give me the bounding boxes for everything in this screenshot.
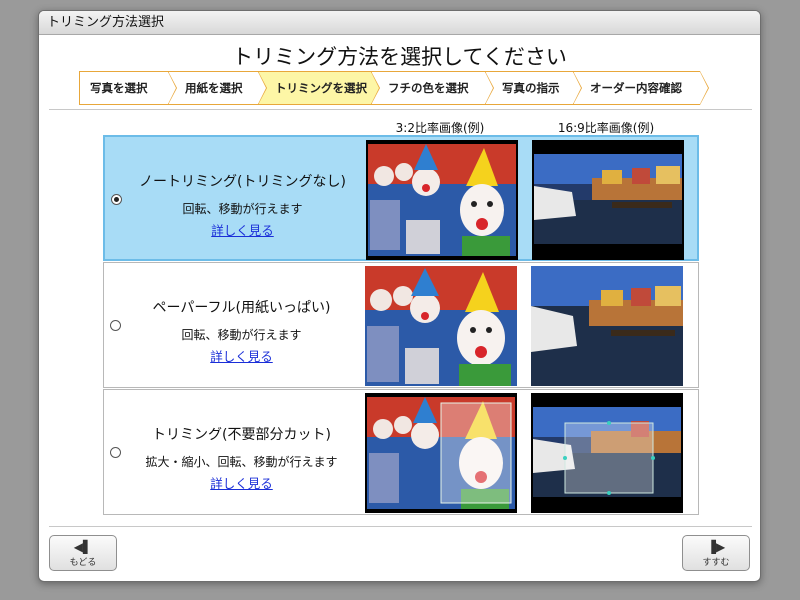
step-breadcrumb: 写真を選択 用紙を選択 トリミングを選択 フチの色を選択 写真の指示 オーダー内… <box>79 71 709 105</box>
step-select-paper[interactable]: 用紙を選択 <box>168 71 267 105</box>
back-icon: ◀▌ <box>73 540 93 554</box>
option-no-trimming[interactable]: ノートリミング(トリミングなし) 回転、移動が行えます 詳しく見る <box>103 135 699 261</box>
option-description: 拡大・縮小、回転、移動が行えます <box>145 455 338 469</box>
window-title: トリミング方法選択 <box>39 11 760 35</box>
back-label: もどる <box>69 558 97 568</box>
step-photo-instructions[interactable]: 写真の指示 <box>485 71 582 105</box>
column-header-3-2: 3:2比率画像(例) <box>395 121 485 135</box>
canal-example-image <box>531 393 683 513</box>
step-select-border-color[interactable]: フチの色を選択 <box>371 71 494 105</box>
option-title: ペーパーフル(用紙いっぱい) <box>152 300 331 316</box>
next-label: すすむ <box>702 558 730 568</box>
next-icon: ▐▶ <box>706 540 726 554</box>
details-link[interactable]: 詳しく見る <box>124 473 359 492</box>
clown-example-image <box>366 140 518 260</box>
option-trimming-cut[interactable]: トリミング(不要部分カット) 拡大・縮小、回転、移動が行えます 詳しく見る <box>103 389 699 515</box>
option-title: トリミング(不要部分カット) <box>152 427 331 443</box>
trimming-window: トリミング方法選択 トリミング方法を選択してください 写真を選択 用紙を選択 ト… <box>38 10 761 582</box>
divider-bottom <box>49 526 752 527</box>
radio-paper-full[interactable] <box>110 320 121 331</box>
divider-top <box>49 109 752 110</box>
page-heading: トリミング方法を選択してください <box>232 45 567 69</box>
details-link[interactable]: 詳しく見る <box>124 346 359 365</box>
next-button[interactable]: ▐▶ すすむ <box>682 535 750 571</box>
back-button[interactable]: ◀▌ もどる <box>49 535 117 571</box>
option-description: 回転、移動が行えます <box>181 328 302 342</box>
option-description: 回転、移動が行えます <box>182 202 303 216</box>
option-title: ノートリミング(トリミングなし) <box>139 174 346 190</box>
option-paper-full[interactable]: ペーパーフル(用紙いっぱい) 回転、移動が行えます 詳しく見る <box>103 262 699 388</box>
radio-no-trimming[interactable] <box>111 194 122 205</box>
step-order-confirmation[interactable]: オーダー内容確認 <box>573 71 709 105</box>
details-link[interactable]: 詳しく見る <box>125 220 360 239</box>
clown-example-image <box>365 266 517 386</box>
step-select-photo[interactable]: 写真を選択 <box>79 71 177 105</box>
clown-example-image <box>365 393 517 513</box>
column-header-16-9: 16:9比率画像(例) <box>557 121 655 135</box>
canal-example-image <box>531 266 683 386</box>
trimming-options-list: ノートリミング(トリミングなし) 回転、移動が行えます 詳しく見る ペーパーフル… <box>103 135 699 515</box>
canal-example-image <box>532 140 684 260</box>
radio-trimming-cut[interactable] <box>110 447 121 458</box>
step-select-trimming[interactable]: トリミングを選択 <box>258 71 380 105</box>
